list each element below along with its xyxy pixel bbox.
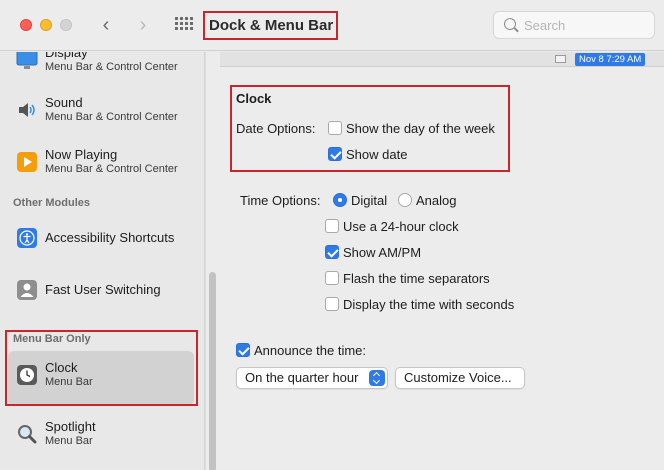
sidebar-item-accessibility-shortcuts[interactable]: Accessibility Shortcuts [8,214,194,268]
sidebar-item-name: Now Playing [45,147,118,162]
title-bar: ‹ › Dock & Menu Bar [0,0,664,51]
show-date-checkbox[interactable] [328,147,342,161]
display-seconds-checkbox[interactable] [325,297,339,311]
sidebar-item-name: Accessibility Shortcuts [45,230,175,245]
sidebar: Display Menu Bar & Control Center Sound … [0,52,205,470]
sidebar-scrollbar[interactable] [205,52,219,470]
window-title: Dock & Menu Bar [203,11,338,40]
show-am-pm-label[interactable]: Show AM/PM [343,245,421,260]
sidebar-item-now-playing[interactable]: Now Playing Menu Bar & Control Center [8,138,194,192]
sidebar-item-sub: Menu Bar & Control Center [45,111,178,123]
menu-bar-clock-preview: Nov 8 7:29 AM [575,53,646,66]
speaker-icon [19,103,35,117]
sidebar-item-name: Fast User Switching [45,282,161,297]
show-all-grid-icon[interactable] [175,17,193,33]
sidebar-item-display[interactable]: Display Menu Bar & Control Center [8,52,194,90]
forward-chevron-icon[interactable]: › [131,12,155,38]
scrollbar-thumb[interactable] [209,272,216,470]
use-24-hour-label[interactable]: Use a 24-hour clock [343,219,459,234]
menu-bar-extra-icon [555,55,566,63]
digital-radio[interactable] [333,193,347,207]
back-chevron-icon[interactable]: ‹ [94,12,118,38]
date-options-label: Date Options: [236,121,316,136]
sidebar-item-fast-user-switching[interactable]: Fast User Switching [8,266,194,320]
show-am-pm-checkbox[interactable] [325,245,339,259]
announce-time-label[interactable]: Announce the time: [254,343,366,358]
highlight-box [5,330,198,406]
section-other-modules: Other Modules [13,197,91,209]
search-field[interactable] [493,11,655,39]
sidebar-item-spotlight[interactable]: Spotlight Menu Bar [8,410,194,464]
user-icon [17,280,37,300]
sidebar-item-name: Spotlight [45,419,96,434]
sidebar-item-name: Display [45,52,88,60]
announce-interval-value: On the quarter hour [245,370,359,385]
digital-label[interactable]: Digital [351,193,387,208]
popup-arrows-icon [369,370,385,386]
sidebar-item-sound[interactable]: Sound Menu Bar & Control Center [8,86,194,140]
sidebar-item-sub: Menu Bar & Control Center [45,163,178,175]
sidebar-item-name: Sound [45,95,83,110]
magnifier-icon [18,425,37,444]
minimize-window-button[interactable] [40,19,52,31]
zoom-window-button[interactable] [60,19,72,31]
show-day-of-week-label[interactable]: Show the day of the week [346,121,495,136]
announce-interval-popup[interactable]: On the quarter hour [236,367,388,389]
search-input[interactable] [524,16,649,34]
time-options-label: Time Options: [240,193,321,208]
flash-separators-label[interactable]: Flash the time separators [343,271,490,286]
menu-bar-preview: Nov 8 7:29 AM [220,52,664,67]
analog-label[interactable]: Analog [416,193,456,208]
analog-radio[interactable] [398,193,412,207]
close-window-button[interactable] [20,19,32,31]
show-day-of-week-checkbox[interactable] [328,121,342,135]
customize-voice-button[interactable]: Customize Voice... [395,367,525,389]
sidebar-item-sub: Menu Bar [45,435,93,447]
clock-settings-pane: Nov 8 7:29 AM Clock Date Options: Show t… [220,52,664,470]
display-seconds-label[interactable]: Display the time with seconds [343,297,514,312]
announce-time-checkbox[interactable] [236,343,250,357]
accessibility-icon [17,228,37,248]
display-icon [16,52,38,69]
show-date-label[interactable]: Show date [346,147,407,162]
use-24-hour-checkbox[interactable] [325,219,339,233]
clock-heading: Clock [236,91,272,106]
flash-separators-checkbox[interactable] [325,271,339,285]
sidebar-item-sub: Menu Bar & Control Center [45,61,178,73]
search-icon [504,18,516,30]
play-icon [17,152,37,172]
